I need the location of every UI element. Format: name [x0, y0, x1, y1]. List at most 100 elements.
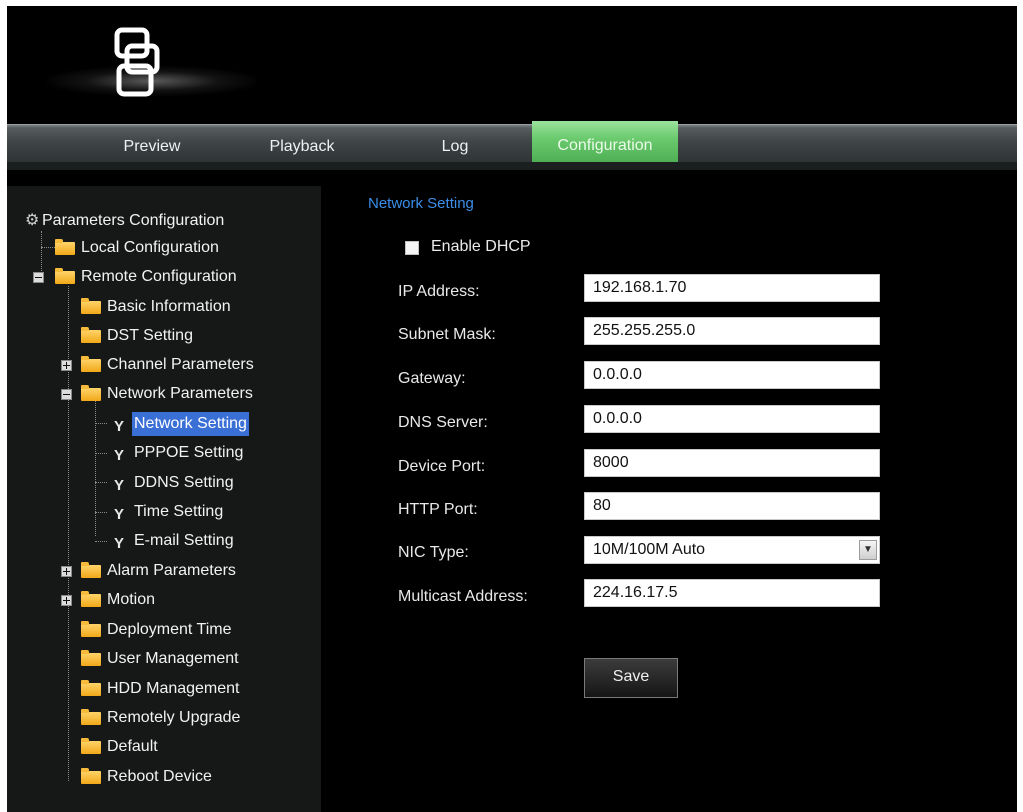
dns-server-label: DNS Server: — [398, 414, 488, 431]
tree-item-label: Network Setting — [132, 412, 249, 436]
tree-item-label: HDD Management — [107, 680, 240, 697]
nic-type-value: 10M/100M Auto — [593, 541, 706, 558]
tree-item-remote-configuration[interactable]: Remote Configuration — [33, 265, 303, 289]
folder-icon — [81, 621, 101, 637]
tree-item-time-setting[interactable]: Y Time Setting — [113, 500, 313, 524]
tree-item-label: Remote Configuration — [81, 268, 237, 285]
tree-item-email-setting[interactable]: Y E-mail Setting — [113, 529, 313, 553]
tree-item-parameters-configuration[interactable]: ⚙ Parameters Configuration — [25, 209, 305, 233]
tree-item-basic-information[interactable]: Basic Information — [81, 295, 311, 319]
folder-icon — [81, 327, 101, 343]
tree-item-label: Local Configuration — [81, 239, 219, 256]
tree-item-reboot-device[interactable]: Reboot Device — [81, 765, 311, 789]
folder-icon — [81, 709, 101, 725]
tree-item-label: Time Setting — [134, 503, 224, 520]
ip-address-input[interactable] — [584, 274, 880, 302]
folder-icon — [81, 680, 101, 696]
tree-item-alarm-parameters[interactable]: Alarm Parameters — [61, 559, 311, 583]
tree-line — [95, 512, 107, 513]
nic-type-select[interactable]: 10M/100M Auto ▼ — [584, 536, 880, 564]
app-frame: Preview Playback Log Configuration ⚙ Par… — [7, 6, 1017, 812]
tree-item-label: PPPOE Setting — [134, 444, 244, 461]
expand-icon[interactable] — [61, 360, 72, 371]
folder-icon — [81, 768, 101, 784]
wrench-icon: Y — [113, 477, 124, 494]
enable-dhcp-checkbox[interactable] — [405, 241, 419, 255]
folder-icon — [81, 298, 101, 314]
tree-item-label: Network Parameters — [107, 385, 253, 402]
tree-item-label: Reboot Device — [107, 768, 212, 785]
tree-item-label: Deployment Time — [107, 621, 232, 638]
header — [7, 6, 1017, 124]
folder-icon — [81, 650, 101, 666]
tree-line — [41, 247, 55, 248]
tree-item-remotely-upgrade[interactable]: Remotely Upgrade — [81, 706, 311, 730]
tree-item-channel-parameters[interactable]: Channel Parameters — [61, 353, 311, 377]
tree-item-label: Default — [107, 738, 158, 755]
subnet-mask-input[interactable] — [584, 317, 880, 345]
tab-preview[interactable]: Preview — [102, 125, 202, 163]
wrench-icon: Y — [113, 418, 124, 435]
configuration-tree: ⚙ Parameters Configuration Local Configu… — [7, 186, 321, 812]
folder-icon — [55, 268, 75, 284]
tree-item-label: Remotely Upgrade — [107, 709, 241, 726]
nic-type-label: NIC Type: — [398, 544, 469, 561]
tree-item-network-setting[interactable]: Y Network Setting — [113, 412, 313, 436]
wrench-icon: Y — [113, 447, 124, 464]
parameters-config-icon: ⚙ — [25, 212, 40, 229]
folder-icon — [81, 738, 101, 754]
chevron-down-icon[interactable]: ▼ — [859, 540, 877, 560]
navbar-divider — [7, 162, 1017, 170]
tree-line — [95, 401, 96, 536]
tree-item-label: User Management — [107, 650, 239, 667]
multicast-address-input[interactable] — [584, 579, 880, 607]
tree-item-user-management[interactable]: User Management — [81, 647, 311, 671]
tree-item-hdd-management[interactable]: HDD Management — [81, 677, 311, 701]
gateway-label: Gateway: — [398, 370, 466, 387]
tab-playback[interactable]: Playback — [252, 125, 352, 163]
collapse-icon[interactable] — [61, 389, 72, 400]
tree-line — [95, 541, 107, 542]
tab-configuration[interactable]: Configuration — [532, 121, 678, 163]
section-title: Network Setting — [368, 195, 474, 212]
ip-address-label: IP Address: — [398, 283, 480, 300]
expand-icon[interactable] — [61, 566, 72, 577]
folder-icon — [55, 239, 75, 255]
tree-item-network-parameters[interactable]: Network Parameters — [61, 382, 311, 406]
device-port-input[interactable] — [584, 449, 880, 477]
dns-server-input[interactable] — [584, 405, 880, 433]
folder-icon — [81, 356, 101, 372]
tree-item-local-configuration[interactable]: Local Configuration — [55, 236, 305, 260]
tree-item-label: Channel Parameters — [107, 356, 254, 373]
tree-line — [95, 423, 107, 424]
tree-item-deployment-time[interactable]: Deployment Time — [81, 618, 311, 642]
tree-item-label: Basic Information — [107, 298, 231, 315]
folder-icon — [81, 385, 101, 401]
tree-item-label: Parameters Configuration — [42, 212, 225, 229]
tab-log[interactable]: Log — [410, 125, 500, 163]
enable-dhcp-label: Enable DHCP — [431, 238, 531, 255]
tree-item-default[interactable]: Default — [81, 735, 311, 759]
tree-line — [95, 482, 107, 483]
tree-item-ddns-setting[interactable]: Y DDNS Setting — [113, 471, 313, 495]
wrench-icon: Y — [113, 535, 124, 552]
folder-icon — [81, 562, 101, 578]
main-navigation: Preview Playback Log Configuration — [7, 121, 1017, 163]
http-port-label: HTTP Port: — [398, 501, 478, 518]
logo — [114, 27, 160, 97]
http-port-input[interactable] — [584, 492, 880, 520]
tree-item-dst-setting[interactable]: DST Setting — [81, 324, 311, 348]
tree-item-label: Alarm Parameters — [107, 562, 236, 579]
save-button[interactable]: Save — [584, 658, 678, 698]
subnet-mask-label: Subnet Mask: — [398, 326, 496, 343]
tree-item-pppoe-setting[interactable]: Y PPPOE Setting — [113, 441, 313, 465]
tree-item-label: E-mail Setting — [134, 532, 234, 549]
tree-item-motion[interactable]: Motion — [61, 588, 311, 612]
multicast-address-label: Multicast Address: — [398, 588, 528, 605]
gateway-input[interactable] — [584, 361, 880, 389]
tree-item-label: Motion — [107, 591, 156, 608]
folder-icon — [81, 591, 101, 607]
expand-icon[interactable] — [61, 595, 72, 606]
collapse-icon[interactable] — [33, 272, 44, 283]
tree-line — [95, 453, 107, 454]
